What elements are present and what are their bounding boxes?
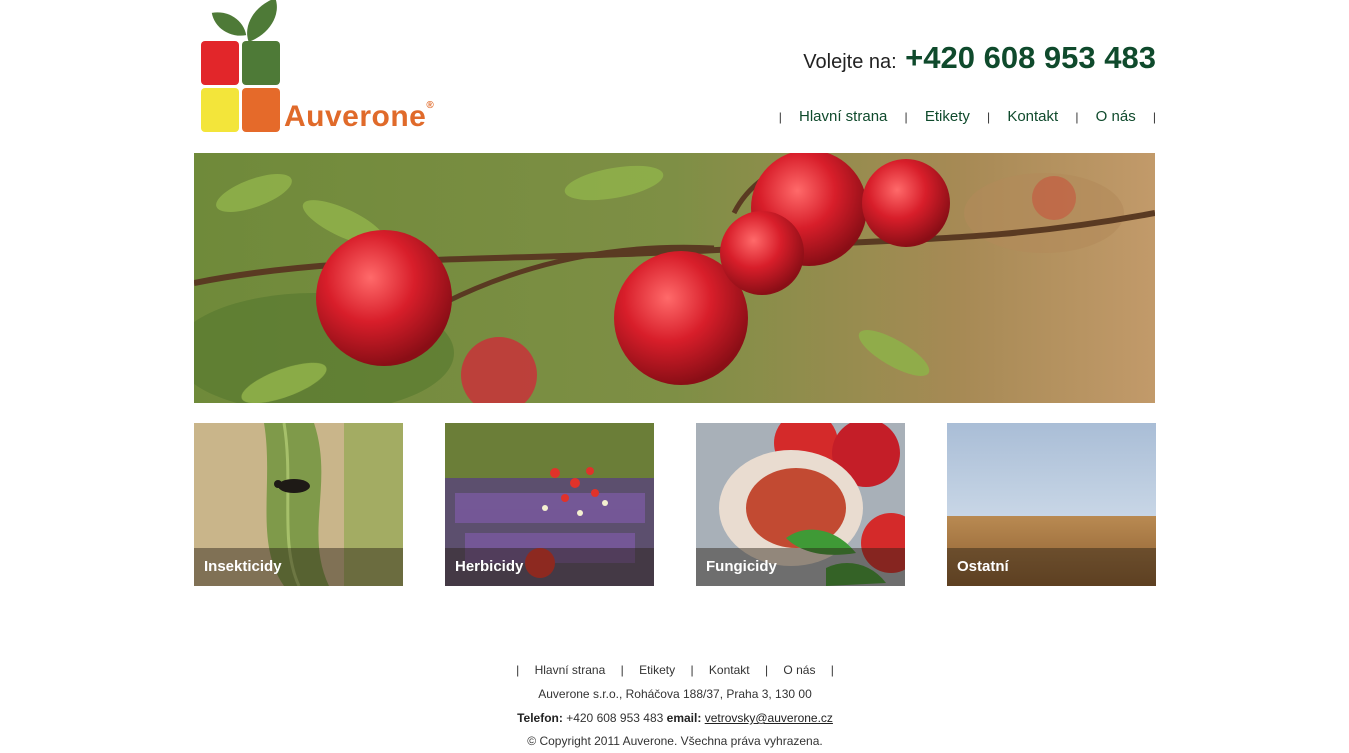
- footer-nav-separator: |: [690, 663, 694, 677]
- footer-nav-separator: |: [620, 663, 624, 677]
- logo[interactable]: Auverone®: [194, 0, 454, 140]
- nav-separator: |: [904, 110, 908, 124]
- tile-label: Ostatní: [957, 558, 1009, 575]
- nav-link-home[interactable]: Hlavní strana: [799, 108, 887, 125]
- footer-link-home[interactable]: Hlavní strana: [535, 663, 606, 677]
- phone-number: +420 608 953 483: [905, 40, 1156, 75]
- footer-link-contact[interactable]: Kontakt: [709, 663, 750, 677]
- tile-label: Insekticidy: [204, 558, 282, 575]
- logo-square-yellow: [201, 88, 239, 132]
- nav-separator: |: [987, 110, 991, 124]
- logo-square-orange: [242, 88, 280, 132]
- nav-link-labels[interactable]: Etikety: [925, 108, 970, 125]
- footer-link-labels[interactable]: Etikety: [639, 663, 675, 677]
- category-tile-fungicides[interactable]: Fungicidy: [696, 423, 905, 586]
- logo-leaf-right: [237, 0, 287, 42]
- nav-separator: |: [1075, 110, 1079, 124]
- footer-phone: +420 608 953 483: [566, 711, 664, 725]
- logo-square-green: [242, 41, 280, 85]
- footer-nav-separator: |: [516, 663, 520, 677]
- hero-image: [194, 153, 1155, 403]
- footer-copyright: © Copyright 2011 Auverone. Všechna práva…: [527, 734, 823, 748]
- tile-label: Herbicidy: [455, 558, 524, 575]
- nav-separator: |: [1152, 110, 1156, 124]
- phone-callout: Volejte na: +420 608 953 483: [803, 40, 1156, 76]
- footer-address: Auverone s.r.o., Roháčova 188/37, Praha …: [538, 687, 812, 701]
- footer-link-about[interactable]: O nás: [783, 663, 815, 677]
- footer-nav-separator: |: [830, 663, 834, 677]
- tile-caption: Ostatní: [947, 548, 1156, 586]
- nav-separator: |: [778, 110, 782, 124]
- footer-phone-label: Telefon:: [517, 711, 563, 725]
- footer-email-label: email:: [666, 711, 702, 725]
- tile-caption: Fungicidy: [696, 548, 905, 586]
- footer-nav: | Hlavní strana | Etikety | Kontakt | O …: [194, 663, 1156, 677]
- tile-label: Fungicidy: [706, 558, 777, 575]
- category-tile-other[interactable]: Ostatní: [947, 423, 1156, 586]
- footer-nav-separator: |: [764, 663, 769, 677]
- logo-leaf-left: [211, 7, 247, 41]
- tile-caption: Herbicidy: [445, 548, 654, 586]
- nav-link-about[interactable]: O nás: [1096, 108, 1136, 125]
- category-tile-herbicides[interactable]: Herbicidy: [445, 423, 654, 586]
- category-tile-insecticides[interactable]: Insekticidy: [194, 423, 403, 586]
- nav-link-contact[interactable]: Kontakt: [1007, 108, 1058, 125]
- phone-label: Volejte na:: [803, 51, 897, 73]
- footer-contact: Telefon: +420 608 953 483 email: vetrovs…: [194, 711, 1156, 725]
- main-nav: | Hlavní strana | Etikety | Kontakt | O …: [766, 108, 1156, 125]
- tile-caption: Insekticidy: [194, 548, 403, 586]
- logo-square-red: [201, 41, 239, 85]
- logo-wordmark: Auverone®: [284, 100, 435, 133]
- page: Auverone® Volejte na: +420 608 953 483 |…: [194, 0, 1156, 753]
- footer-email-link[interactable]: vetrovsky@auverone.cz: [705, 711, 833, 725]
